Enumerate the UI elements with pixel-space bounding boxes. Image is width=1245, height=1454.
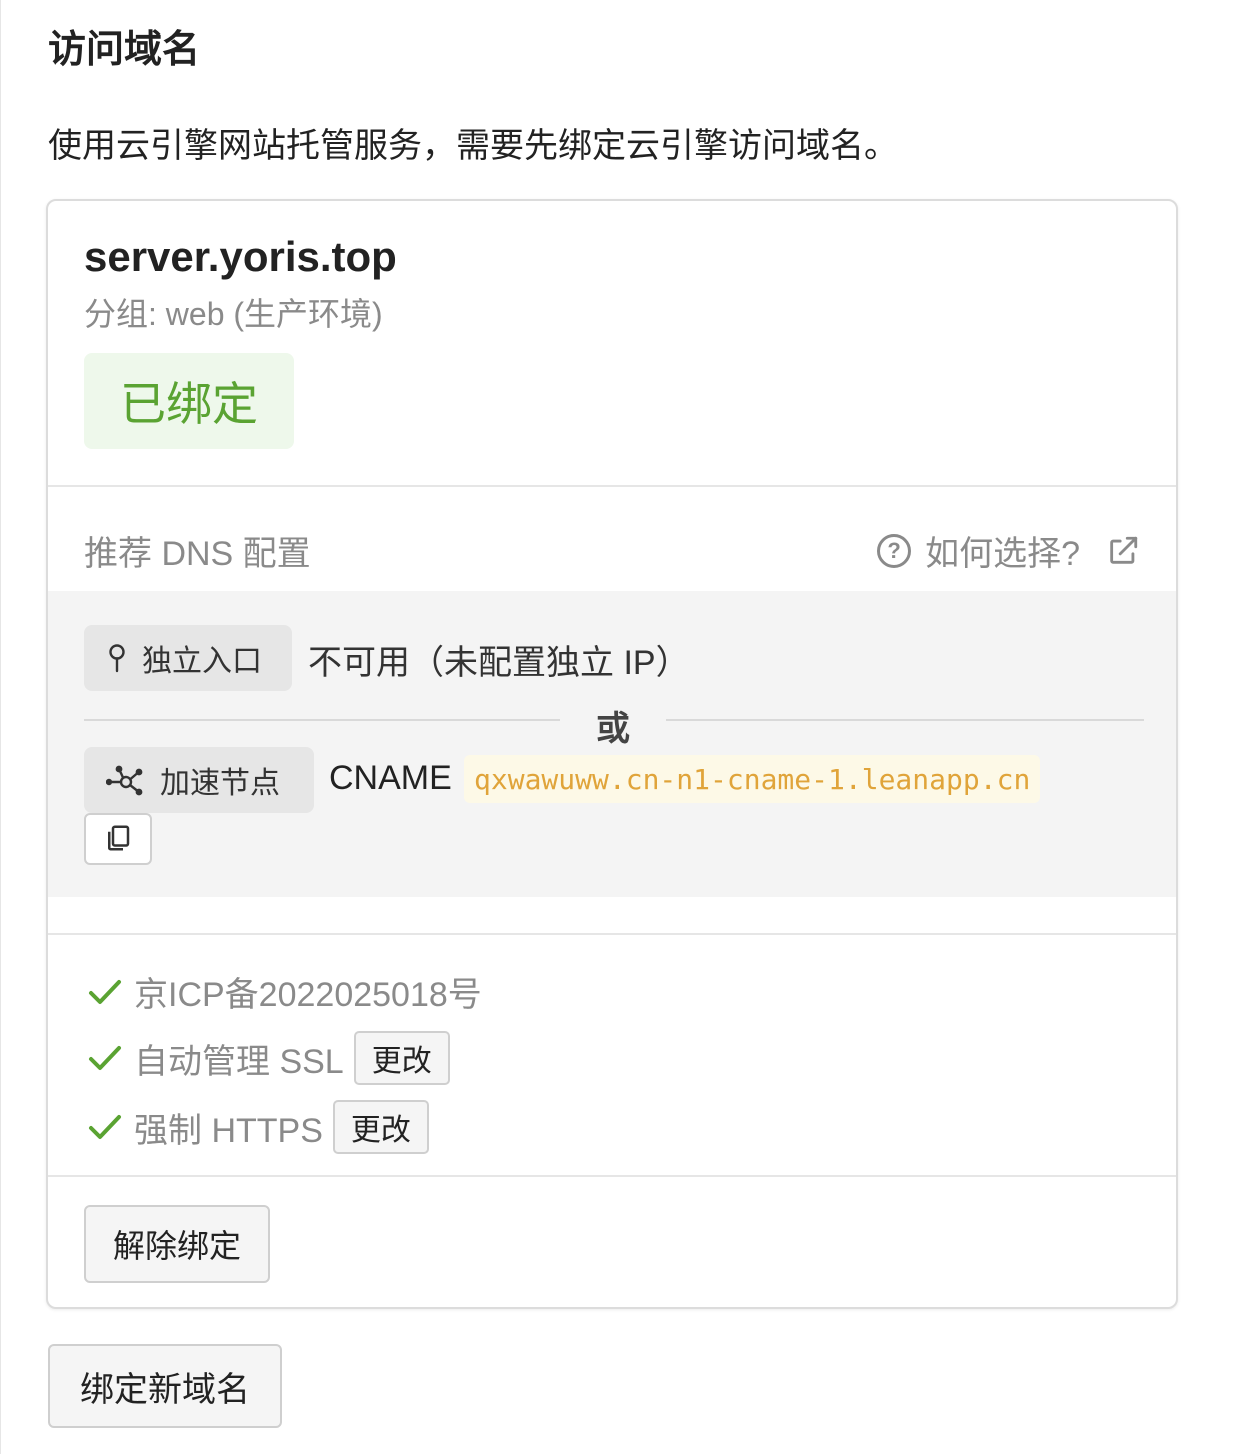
ssl-status-row: 自动管理 SSL 更改: [88, 1031, 450, 1085]
copy-icon: [103, 823, 133, 856]
icp-status-row: 京ICP备2022025018号: [88, 967, 482, 1016]
https-status-row: 强制 HTTPS 更改: [88, 1100, 429, 1154]
or-label: 或: [596, 710, 630, 748]
how-to-choose-label: 如何选择?: [925, 535, 1080, 573]
question-circle-icon: ?: [877, 533, 912, 568]
domain-group: 分组: web (生产环境): [84, 296, 383, 332]
dedicated-entry-value: 不可用（未配置独立 IP）: [308, 644, 690, 682]
icp-label: 京ICP备2022025018号: [134, 976, 482, 1014]
bind-new-domain-button[interactable]: 绑定新域名: [48, 1344, 282, 1428]
card-divider: [48, 1175, 1176, 1177]
record-type-label: CNAME: [329, 759, 452, 797]
or-divider-left: [84, 719, 560, 721]
location-pin-icon: [106, 643, 128, 673]
dedicated-entry-label: 独立入口: [142, 645, 262, 678]
https-label: 强制 HTTPS: [134, 1111, 323, 1150]
unbind-button[interactable]: 解除绑定: [84, 1205, 270, 1283]
section-title: 访问域名: [48, 29, 201, 71]
domain-name: server.yoris.top: [84, 233, 397, 280]
check-icon: [88, 1113, 122, 1141]
accel-node-tag: 加速节点: [84, 747, 314, 813]
check-icon: [88, 978, 122, 1006]
cname-value: qxwawuww.cn-n1-cname-1.leanapp.cn: [464, 755, 1041, 803]
card-divider: [48, 933, 1176, 935]
change-https-button[interactable]: 更改: [332, 1100, 429, 1154]
nodes-icon: [106, 764, 146, 796]
dns-config-box: 独立入口 不可用（未配置独立 IP） 或 加速节点 CNAME qxwawuww…: [48, 591, 1176, 897]
accel-node-label: 加速节点: [160, 767, 280, 800]
dns-config-title: 推荐 DNS 配置: [84, 535, 311, 573]
or-divider-right: [666, 719, 1144, 721]
card-divider: [48, 485, 1176, 487]
dedicated-entry-tag: 独立入口: [84, 625, 292, 691]
status-badge: 已绑定: [84, 353, 294, 449]
ssl-label: 自动管理 SSL: [134, 1042, 344, 1081]
page-left-border: [0, 0, 1, 1454]
how-to-choose-link[interactable]: ? 如何选择?: [877, 526, 1140, 575]
copy-button[interactable]: [84, 813, 152, 865]
change-ssl-button[interactable]: 更改: [353, 1031, 450, 1085]
domain-card: server.yoris.top 分组: web (生产环境) 已绑定 推荐 D…: [46, 199, 1178, 1309]
check-icon: [88, 1044, 122, 1072]
section-description: 使用云引擎网站托管服务，需要先绑定云引擎访问域名。: [48, 127, 898, 165]
external-link-icon: [1106, 534, 1140, 568]
